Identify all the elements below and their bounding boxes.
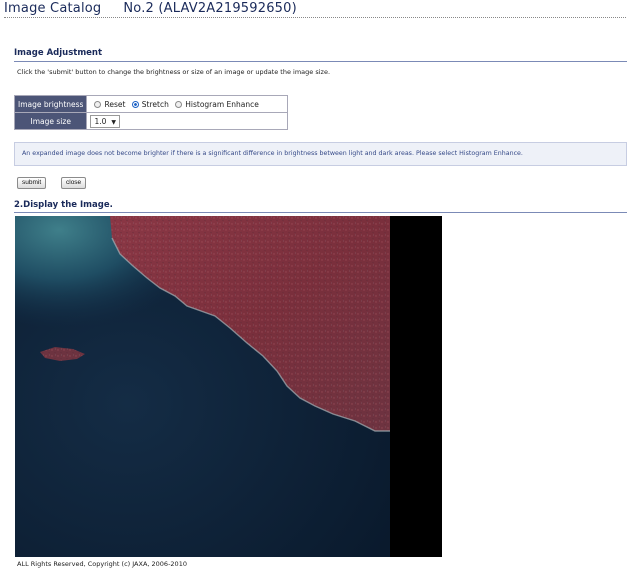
radio-stretch[interactable]: [131, 100, 139, 108]
scene-number: No.2 (ALAV2A219592650): [123, 1, 297, 16]
radio-reset[interactable]: [94, 100, 102, 108]
title-divider: [4, 17, 626, 18]
satellite-image-graphic: [15, 216, 442, 557]
image-size-select[interactable]: 1.0 ▼: [90, 114, 121, 128]
adjustment-heading: Image Adjustment: [14, 48, 103, 58]
display-divider: [14, 212, 627, 213]
close-button[interactable]: close: [61, 177, 87, 189]
brightness-options: Reset Stretch Histogram Enhance: [86, 95, 289, 113]
radio-stretch-label: Stretch: [141, 99, 169, 109]
radio-reset-label: Reset: [104, 99, 126, 109]
adjustment-divider: [14, 61, 627, 62]
page-title: Image Catalog No.2 (ALAV2A219592650): [4, 1, 297, 16]
brightness-label: Image brightness: [13, 95, 88, 113]
size-cell: 1.0 ▼: [86, 112, 289, 130]
submit-button[interactable]: submit: [17, 177, 47, 189]
adjustment-instruction: Click the 'submit' button to change the …: [17, 68, 331, 76]
image-size-value: 1.0: [94, 116, 107, 126]
satellite-image: [15, 216, 442, 557]
brightness-row: Image brightness Reset Stretch Histogram…: [13, 95, 289, 113]
size-row: Image size 1.0 ▼: [13, 112, 289, 130]
adjustment-table: Image brightness Reset Stretch Histogram…: [13, 95, 289, 130]
notice-box: An expanded image does not become bright…: [14, 142, 627, 166]
size-label: Image size: [13, 112, 88, 130]
catalog-label: Image Catalog: [4, 1, 102, 16]
radio-histogram-enhance[interactable]: [175, 100, 183, 108]
radio-histogram-label: Histogram Enhance: [185, 99, 259, 109]
chevron-down-icon: ▼: [111, 118, 117, 126]
display-heading: 2.Display the Image.: [14, 200, 113, 210]
copyright-text: ALL Rights Reserved, Copyright (c) JAXA,…: [17, 560, 187, 568]
